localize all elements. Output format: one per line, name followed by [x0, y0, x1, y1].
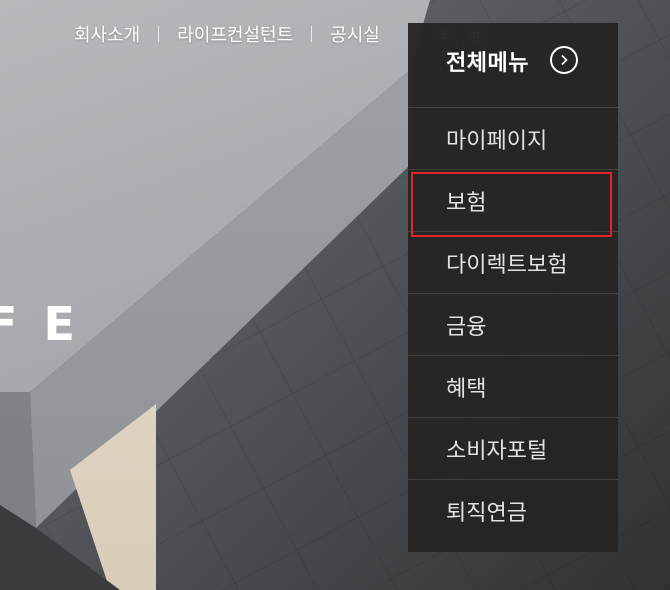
brand-letter: F — [0, 297, 44, 351]
full-menu-header[interactable]: 전체메뉴 — [408, 23, 618, 108]
nav-link-company[interactable]: 회사소개 — [74, 21, 140, 47]
menu-item-consumer-portal[interactable]: 소비자포털 — [408, 418, 618, 480]
chevron-right-circle-icon — [561, 54, 568, 66]
nav-link-life-consultant[interactable]: 라이프컨설턴트 — [177, 21, 293, 47]
top-utility-nav: 회사소개 라이프컨설턴트 공시실 — [74, 20, 380, 48]
nav-divider — [158, 26, 160, 42]
brand-letter: E — [43, 297, 101, 351]
menu-item-finance[interactable]: 금융 — [408, 294, 618, 356]
nav-link-disclosure[interactable]: 공시실 — [330, 21, 380, 47]
menu-item-retirement-pension[interactable]: 퇴직연금 — [408, 480, 618, 542]
full-menu-open-button[interactable] — [550, 46, 578, 74]
menu-item-benefits[interactable]: 혜택 — [408, 356, 618, 418]
menu-item-direct-insurance[interactable]: 다이렉트보험 — [408, 232, 618, 294]
menu-item-insurance[interactable]: 보험 — [408, 170, 618, 232]
full-menu-title: 전체메뉴 — [446, 51, 529, 76]
brand-fragment: FE — [0, 298, 101, 350]
menu-item-mypage[interactable]: 마이페이지 — [408, 108, 618, 170]
full-menu-panel: 전체메뉴 마이페이지 보험 다이렉트보험 금융 혜택 소비자포털 퇴직연금 — [408, 23, 618, 552]
nav-divider — [311, 26, 313, 42]
full-menu-list: 마이페이지 보험 다이렉트보험 금융 혜택 소비자포털 퇴직연금 — [408, 108, 618, 542]
